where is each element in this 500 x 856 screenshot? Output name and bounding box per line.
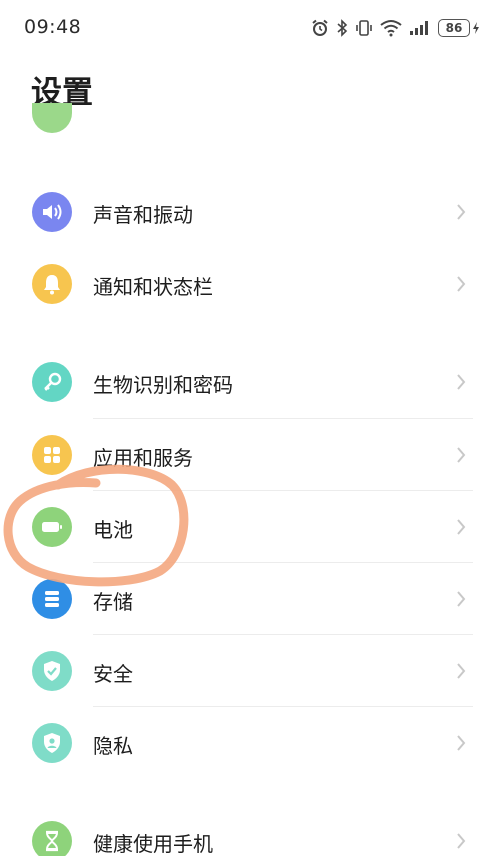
storage-icon — [32, 579, 72, 619]
settings-item-biometrics-password[interactable]: 生物识别和密码 — [0, 346, 500, 418]
settings-item-sound-vibration[interactable]: 声音和振动 — [0, 176, 500, 248]
chevron-right-icon — [457, 276, 466, 292]
battery-icon — [32, 507, 72, 547]
status-icons: 86 — [311, 17, 480, 39]
alarm-icon — [311, 19, 329, 37]
chevron-right-icon — [457, 833, 466, 849]
chevron-right-icon — [457, 519, 466, 535]
settings-item-security[interactable]: 安全 — [0, 635, 500, 707]
status-bar: 09:48 86 — [0, 0, 500, 56]
settings-item-label: 健康使用手机 — [93, 832, 213, 856]
settings-item-label: 电池 — [93, 518, 133, 542]
settings-item-battery[interactable]: 电池 — [0, 491, 500, 563]
battery-indicator: 86 — [438, 19, 480, 37]
wifi-icon — [380, 19, 402, 37]
speaker-icon — [32, 192, 72, 232]
chevron-right-icon — [457, 735, 466, 751]
chevron-right-icon — [457, 374, 466, 390]
shield-check-icon — [32, 651, 72, 691]
key-icon — [32, 362, 72, 402]
settings-item-label: 隐私 — [93, 734, 133, 758]
settings-item-label: 声音和振动 — [93, 203, 193, 227]
chevron-right-icon — [457, 591, 466, 607]
charging-icon — [473, 22, 479, 34]
chevron-right-icon — [457, 663, 466, 679]
bluetooth-icon — [336, 19, 348, 37]
settings-item-notifications[interactable]: 通知和状态栏 — [0, 248, 500, 320]
chevron-right-icon — [457, 204, 466, 220]
settings-item-label: 生物识别和密码 — [93, 373, 233, 397]
privacy-shield-icon — [32, 723, 72, 763]
settings-item-label: 存储 — [93, 590, 133, 614]
settings-item-label: 通知和状态栏 — [93, 275, 213, 299]
hourglass-icon — [32, 821, 72, 856]
apps-grid-icon — [32, 435, 72, 475]
battery-level: 86 — [438, 19, 470, 37]
settings-item-label: 安全 — [93, 662, 133, 686]
settings-item-label: 应用和服务 — [93, 446, 193, 470]
settings-item-apps-services[interactable]: 应用和服务 — [0, 419, 500, 491]
partial-row-icon — [32, 103, 72, 133]
bell-icon — [32, 264, 72, 304]
settings-item-storage[interactable]: 存储 — [0, 563, 500, 635]
signal-icon — [409, 20, 431, 36]
vibrate-icon — [355, 19, 373, 37]
settings-item-digital-wellbeing[interactable]: 健康使用手机 — [0, 805, 500, 856]
chevron-right-icon — [457, 447, 466, 463]
status-time: 09:48 — [24, 16, 82, 38]
settings-item-privacy[interactable]: 隐私 — [0, 707, 500, 779]
